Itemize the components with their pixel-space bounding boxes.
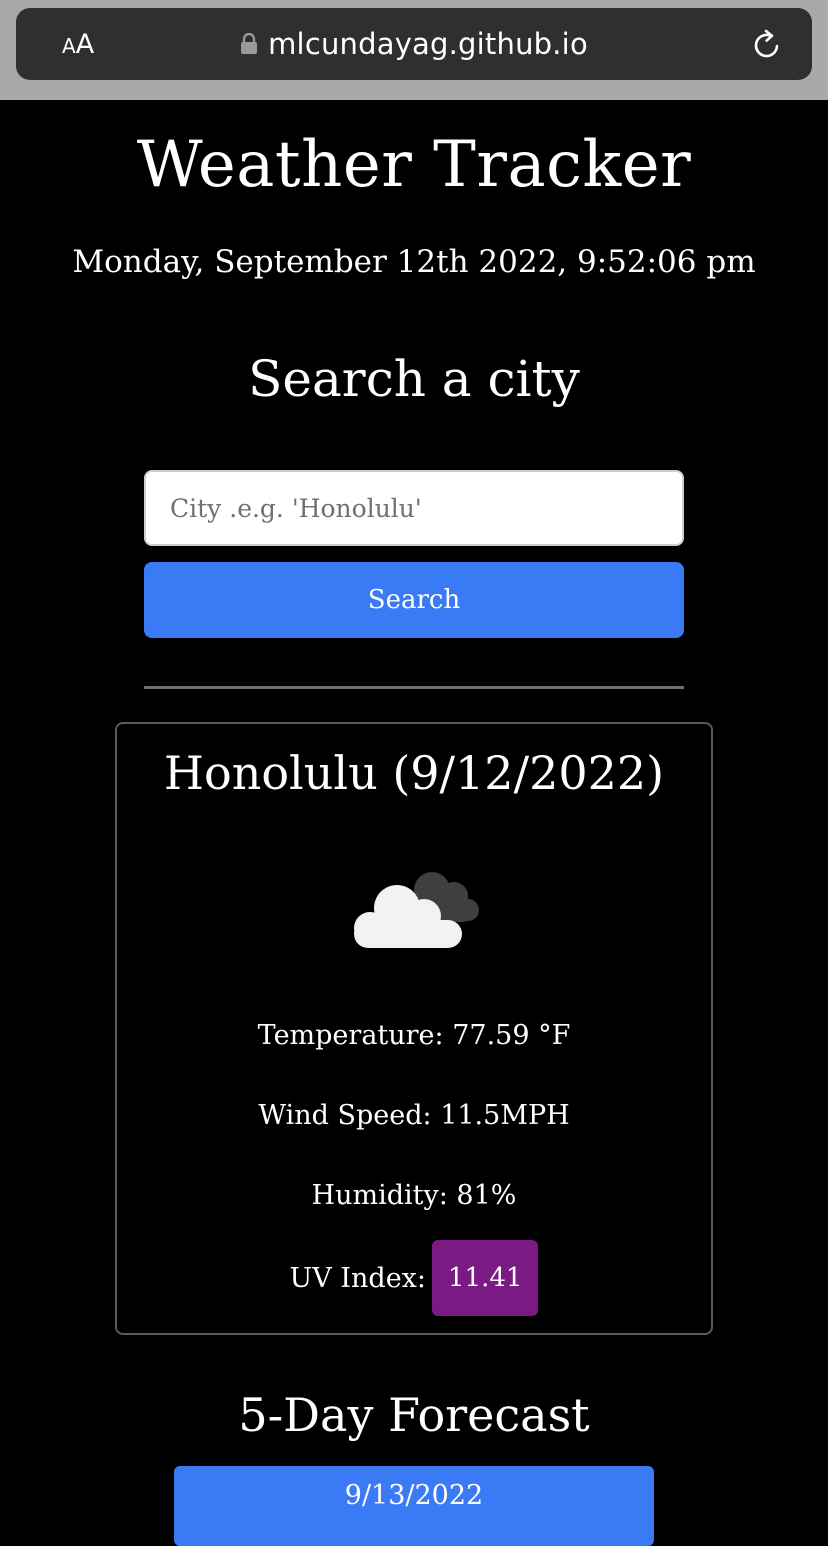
cloudy-icon [354, 872, 479, 948]
uv-index-row: UV Index: 11.41 [117, 1240, 711, 1316]
forecast-date: 9/13/2022 [344, 1480, 484, 1511]
city-search-input[interactable] [144, 470, 684, 546]
current-datetime: Monday, September 12th 2022, 9:52:06 pm [72, 244, 756, 280]
divider [144, 686, 684, 689]
address-bar[interactable]: A A mlcundayag.github.io [16, 8, 812, 80]
reader-text-size-button[interactable]: A A [62, 26, 94, 62]
current-weather-card: Honolulu (9/12/2022) Temperature: 77.59 … [115, 722, 713, 1335]
temperature-text: Temperature: 77.59 °F [257, 1020, 571, 1051]
url-text[interactable]: mlcundayag.github.io [268, 27, 588, 61]
forecast-day-card: 9/13/2022 [174, 1466, 654, 1546]
search-button[interactable]: Search [144, 562, 684, 638]
aa-big-glyph: A [75, 29, 95, 60]
city-date-title: Honolulu (9/12/2022) [163, 746, 665, 800]
uv-index-badge: 11.41 [432, 1240, 539, 1316]
uv-index-label: UV Index: [289, 1262, 427, 1294]
page-title: Weather Tracker [136, 128, 692, 202]
url-display: mlcundayag.github.io [16, 8, 812, 80]
wind-speed-text: Wind Speed: 11.5MPH [258, 1100, 570, 1131]
forecast-heading: 5-Day Forecast [238, 1388, 590, 1442]
reload-icon[interactable] [750, 28, 784, 62]
browser-toolbar: A A mlcundayag.github.io [0, 0, 828, 100]
lock-icon [241, 33, 258, 54]
aa-small-glyph: A [62, 34, 76, 58]
search-heading: Search a city [248, 350, 580, 408]
humidity-text: Humidity: 81% [311, 1180, 517, 1211]
